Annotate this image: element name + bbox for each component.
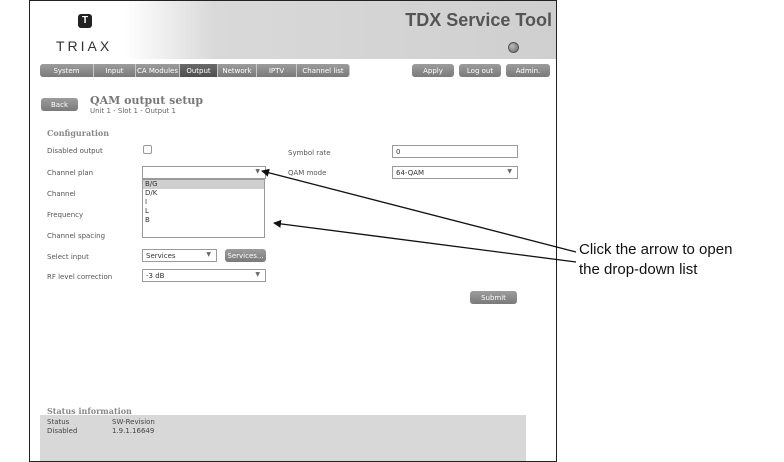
callout-line-1: Click the arrow to open (579, 241, 733, 258)
callout-line-2: the drop-down list (579, 261, 698, 278)
arrow-to-list-icon (273, 219, 577, 263)
callout-arrows (261, 168, 577, 263)
callout-text: Click the arrow to open the drop-down li… (579, 240, 732, 280)
arrow-to-dropdown-icon (261, 168, 577, 253)
